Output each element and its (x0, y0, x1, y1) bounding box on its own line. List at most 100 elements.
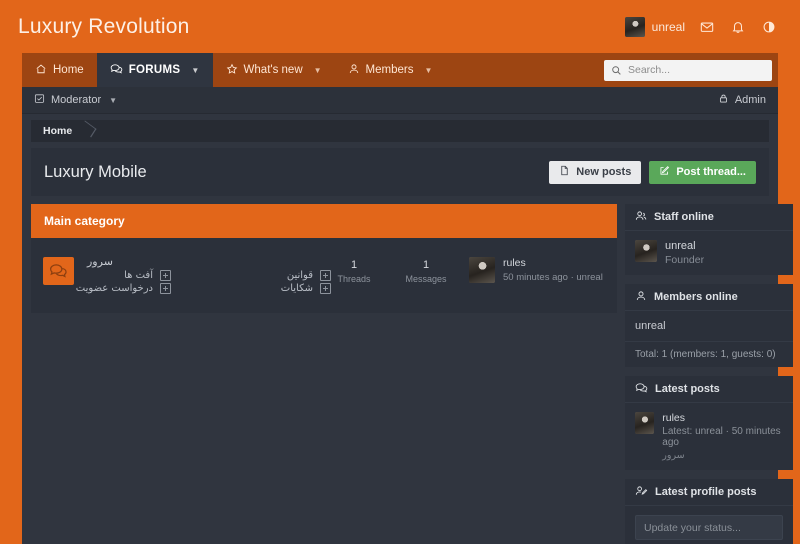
last-post-meta: 50 minutes ago · unreal (503, 272, 603, 283)
post-thread-label: Post thread... (676, 166, 746, 178)
last-post-text: rules 50 minutes ago · unreal (503, 257, 603, 283)
member-role: Founder (665, 254, 705, 266)
search-box[interactable] (604, 59, 772, 81)
stat-label: Threads (337, 274, 371, 284)
envelope-icon[interactable] (698, 18, 716, 36)
chevron-down-icon[interactable]: ▼ (191, 66, 199, 75)
widget-title: Members online (654, 291, 738, 303)
plus-square-icon (320, 283, 331, 294)
node-main: سرور قوانین آفت ها شکایات درخواست عضویت (74, 255, 331, 294)
widget-header: Staff online (625, 204, 793, 231)
subforum-label: درخواست عضویت (75, 283, 153, 294)
forum-title[interactable]: سرور (87, 255, 331, 268)
chevron-down-icon[interactable]: ▼ (424, 66, 432, 75)
moderator-menu[interactable]: Moderator ▼ (34, 93, 117, 107)
lock-icon (718, 93, 729, 107)
widget-header: Latest posts (625, 376, 793, 403)
widget-members-online: Members online unreal Total: 1 (members:… (625, 284, 793, 367)
subforum-item[interactable]: شکایات (191, 283, 331, 294)
subforum-item[interactable]: درخواست عضویت (31, 283, 171, 294)
online-member-name[interactable]: unreal (635, 320, 783, 332)
widget-header: Members online (625, 284, 793, 311)
avatar (624, 16, 645, 37)
avatar[interactable] (635, 240, 657, 262)
star-icon (226, 63, 238, 78)
content-shell: Moderator ▼ Admin Home Luxury Mobile New… (22, 87, 793, 544)
widget-latest-posts: Latest posts rules Latest: unreal · 50 m… (625, 376, 793, 470)
plus-square-icon (320, 270, 331, 281)
staff-member-text: unreal Founder (665, 240, 704, 266)
latest-post-node[interactable]: سرور (662, 450, 783, 461)
plus-square-icon (160, 283, 171, 294)
stat-value: 1 (422, 259, 430, 271)
widget-body: unreal (625, 311, 793, 341)
avatar[interactable] (469, 257, 495, 283)
last-post-title[interactable]: rules (503, 257, 603, 269)
nav-label: Members (365, 64, 414, 76)
admin-link[interactable]: Admin (718, 93, 766, 107)
new-posts-button[interactable]: New posts (549, 160, 642, 184)
latest-post-text: rules Latest: unreal · 50 minutes ago سر… (662, 412, 783, 461)
header-username: unreal (651, 19, 685, 34)
node-stats: 1 Threads 1 Messages (331, 255, 469, 284)
nav-tab-whats-new[interactable]: What's new ▼ (213, 53, 335, 87)
category-header[interactable]: Main category (31, 204, 617, 238)
comments-icon (110, 63, 123, 78)
stat-threads: 1 Threads (331, 259, 377, 284)
nav-label: What's new (243, 64, 303, 76)
header-user-area: unreal (624, 16, 786, 37)
search-input[interactable] (628, 64, 765, 76)
breadcrumb: Home (31, 120, 769, 142)
bell-icon[interactable] (729, 18, 747, 36)
latest-post-meta: Latest: unreal · 50 minutes ago (662, 426, 781, 448)
main-column: Main category سرور قوانین آفت ها شکایات … (31, 204, 617, 313)
status-input[interactable] (635, 515, 783, 540)
latest-post-title[interactable]: rules (662, 412, 783, 424)
user-icon (635, 290, 647, 305)
subforum-item[interactable]: آفت ها (31, 270, 171, 281)
staff-member-row: unreal Founder (635, 240, 783, 266)
avatar[interactable] (635, 412, 655, 434)
widget-title: Staff online (654, 211, 714, 223)
forum-node-row: سرور قوانین آفت ها شکایات درخواست عضویت … (31, 248, 617, 303)
new-posts-label: New posts (576, 166, 632, 178)
nav-tab-members[interactable]: Members ▼ (335, 53, 446, 87)
breadcrumb-item-home[interactable]: Home (43, 125, 72, 137)
users-icon (635, 210, 647, 225)
chevron-down-icon[interactable]: ▼ (109, 96, 117, 105)
nav-tab-home[interactable]: Home (22, 53, 97, 87)
nav-tab-list: Home FORUMS ▼ What's new ▼ Members ▼ (22, 53, 445, 87)
widget-header: Latest profile posts (625, 479, 793, 506)
subforum-label: قوانین (286, 270, 313, 281)
nav-tab-forums[interactable]: FORUMS ▼ (96, 53, 213, 87)
subforum-item[interactable]: قوانین (191, 270, 331, 281)
stat-label: Messages (405, 274, 447, 284)
stat-value: 1 (350, 259, 358, 271)
page-header: Luxury Mobile New posts Post thread... (31, 148, 769, 196)
widget-title: Latest posts (655, 383, 720, 395)
checkbox-icon (34, 93, 45, 107)
subforum-label: شکایات (280, 283, 313, 294)
file-icon (559, 165, 570, 179)
site-title: Luxury Revolution (18, 15, 190, 38)
widget-latest-profile-posts: Latest profile posts (625, 479, 793, 544)
post-thread-button[interactable]: Post thread... (649, 160, 756, 184)
widget-body (625, 506, 793, 544)
main-navigation: Home FORUMS ▼ What's new ▼ Members ▼ Sea… (22, 53, 778, 87)
contrast-toggle-icon[interactable] (760, 18, 778, 36)
content-columns: Main category سرور قوانین آفت ها شکایات … (22, 196, 793, 544)
nav-label: Home (53, 64, 84, 76)
site-header: Luxury Revolution unreal (0, 0, 800, 53)
widget-staff-online: Staff online unreal Founder (625, 204, 793, 275)
chevron-down-icon[interactable]: ▼ (314, 66, 322, 75)
moderator-label: Moderator (51, 94, 102, 106)
node-list: سرور قوانین آفت ها شکایات درخواست عضویت … (31, 238, 617, 313)
account-menu[interactable]: unreal (624, 16, 685, 37)
search-icon (611, 65, 622, 76)
members-online-total: Total: 1 (members: 1, guests: 0) (625, 341, 793, 367)
search-area (604, 53, 778, 87)
comments-icon (635, 382, 648, 397)
stat-messages: 1 Messages (403, 259, 449, 284)
page-title: Luxury Mobile (44, 162, 147, 181)
member-name[interactable]: unreal (665, 240, 704, 252)
